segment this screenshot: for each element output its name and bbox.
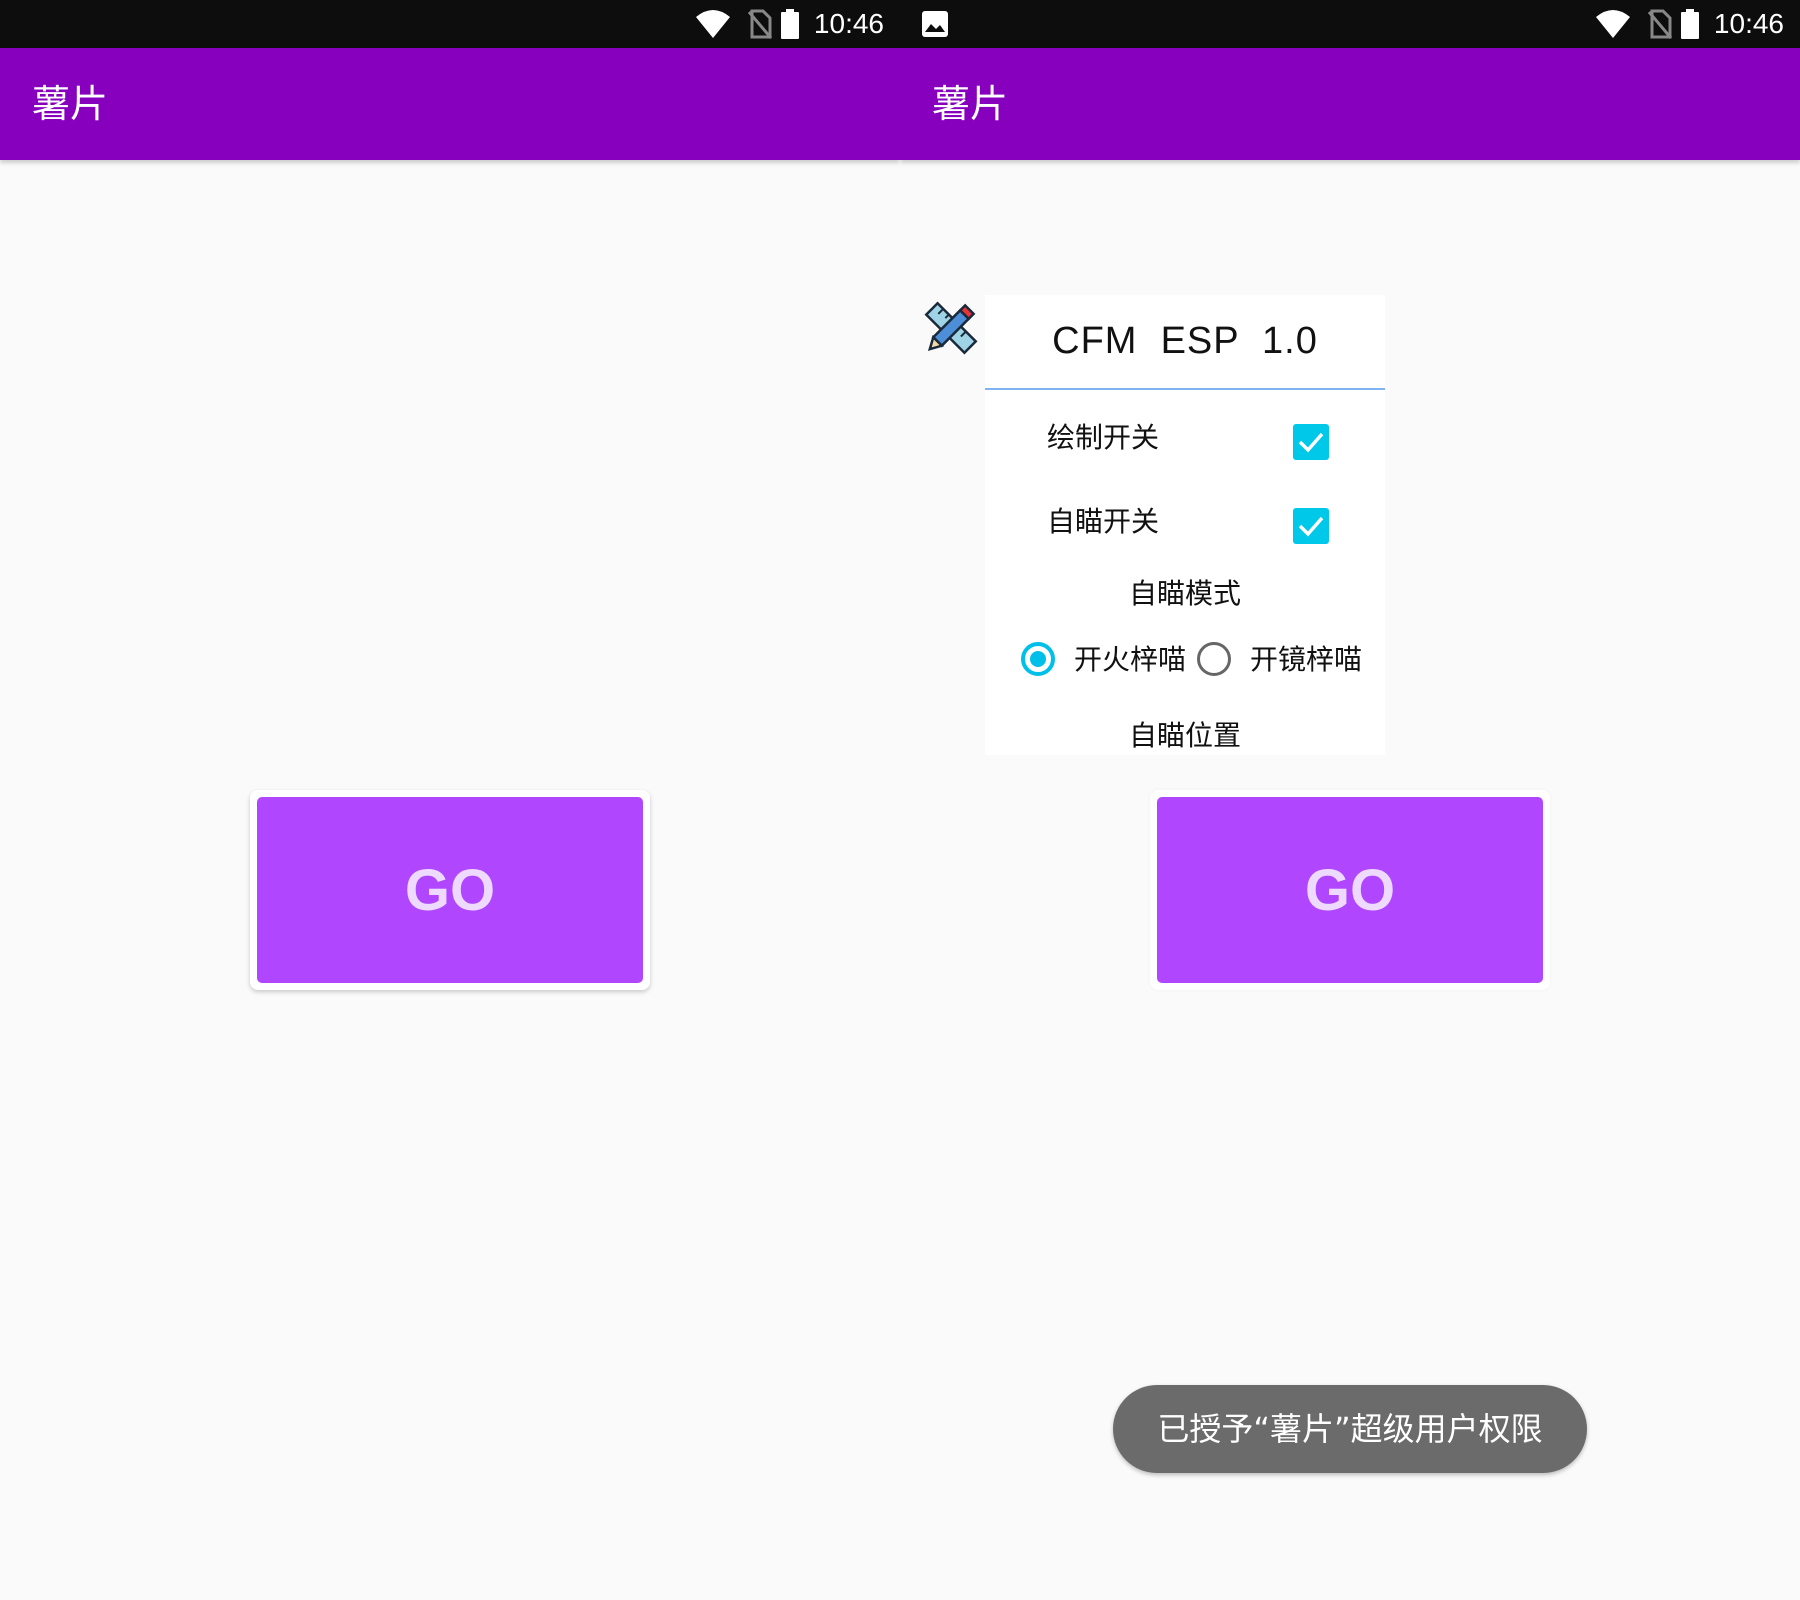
gallery-icon (922, 11, 948, 37)
screen-right: 10:46 薯片 GO CFM ESP 1.0 绘制开关 自瞄开关 自瞄模式 开… (900, 0, 1800, 1600)
no-sim-icon (748, 9, 772, 39)
app-title: 薯片 (932, 82, 1009, 126)
app-title: 薯片 (32, 82, 109, 126)
status-time: 10:46 (1713, 8, 1784, 39)
toggle-label: 自瞄开关 (1047, 505, 1160, 538)
radio-label[interactable]: 开镜梓喵 (1250, 620, 1362, 700)
app-bar: 薯片 (900, 48, 1800, 160)
esp-panel: CFM ESP 1.0 绘制开关 自瞄开关 自瞄模式 开火梓喵 开镜梓喵 自瞄位… (985, 295, 1385, 755)
status-bar: 10:46 (900, 0, 1800, 48)
draw-checkbox[interactable] (1293, 424, 1329, 460)
aim-position-label: 自瞄位置 (1128, 719, 1241, 752)
go-button-label: GO (1157, 797, 1543, 983)
app-bar: 薯片 (0, 48, 900, 160)
toggle-label: 绘制开关 (1047, 421, 1160, 454)
status-bar: 10:46 (0, 0, 900, 48)
scope-aim-radio[interactable] (1197, 642, 1231, 676)
go-button[interactable]: GO (250, 790, 650, 990)
aim-mode-options: 开火梓喵 开镜梓喵 (985, 620, 1385, 700)
go-button-label: GO (257, 797, 643, 983)
toggle-row-draw[interactable]: 绘制开关 (985, 390, 1385, 474)
aim-mode-label: 自瞄模式 (1128, 577, 1241, 610)
wifi-icon (1596, 10, 1630, 38)
go-button[interactable]: GO (1150, 790, 1550, 990)
check-icon (1298, 516, 1324, 537)
no-sim-icon (1648, 9, 1672, 39)
check-icon (1298, 432, 1324, 453)
fire-aim-radio[interactable] (1021, 642, 1055, 676)
battery-icon (781, 9, 799, 39)
aim-checkbox[interactable] (1293, 508, 1329, 544)
status-time: 10:46 (813, 8, 884, 39)
screen-left: 10:46 薯片 GO (0, 0, 900, 1600)
toast-message: 已授予“薯片”超级用户权限 (1113, 1385, 1587, 1473)
toggle-row-aim[interactable]: 自瞄开关 (985, 474, 1385, 558)
battery-icon (1681, 9, 1699, 39)
radio-label[interactable]: 开火梓喵 (1074, 620, 1186, 700)
panel-title: CFM ESP 1.0 (985, 295, 1385, 390)
ruler-pencil-icon[interactable] (918, 295, 984, 361)
wifi-icon (696, 10, 730, 38)
